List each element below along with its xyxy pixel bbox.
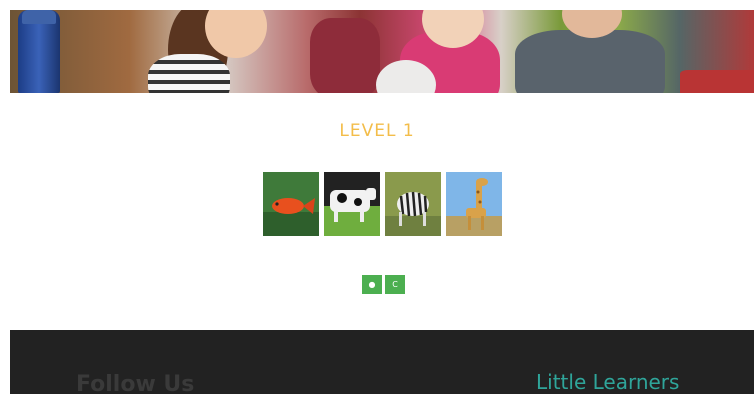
thumbnail-cow[interactable] [324,172,380,236]
hero-banner-image [10,10,754,93]
follow-us-heading: Follow Us [76,372,195,397]
thumbnail-fish[interactable] [263,172,319,236]
level-title: LEVEL 1 [339,121,415,141]
footer: Follow Us Little Learners [10,330,754,397]
clear-button[interactable]: C [385,275,405,294]
cow-icon [324,172,380,236]
thumbnail-zebra[interactable] [385,172,441,236]
giraffe-icon [446,172,502,236]
brand-link[interactable]: Little Learners [536,370,679,394]
fish-icon [263,172,319,236]
zebra-icon [385,172,441,236]
animal-thumbnails [263,172,502,236]
thumbnail-giraffe[interactable] [446,172,502,236]
play-button[interactable]: ● [362,275,382,294]
game-controls: ● C [362,275,405,294]
